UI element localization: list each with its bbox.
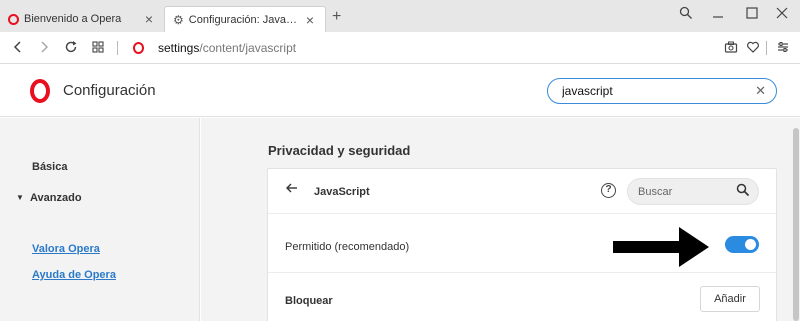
close-tab-icon[interactable]: × [303, 12, 317, 28]
block-label: Bloquear [285, 295, 333, 307]
toggle-knob [745, 239, 756, 250]
reload-icon[interactable] [64, 40, 78, 57]
card-title: JavaScript [314, 186, 370, 198]
page-title: Configuración [63, 82, 156, 99]
tab-label: Configuración: JavaScript [188, 13, 303, 26]
javascript-settings-card: JavaScript ? Permitido (recomendado) Blo… [267, 168, 777, 321]
row-divider [268, 272, 776, 273]
add-button[interactable]: Añadir [700, 286, 760, 312]
close-tab-icon[interactable]: × [142, 11, 156, 27]
back-arrow-icon[interactable] [285, 181, 299, 199]
sidebar: Básica ▼ Avanzado Valora Opera Ayuda de … [0, 118, 200, 321]
search-icon[interactable] [736, 183, 750, 200]
tab-search-icon[interactable] [679, 6, 693, 24]
url-field[interactable]: settings/content/javascript [158, 41, 296, 55]
speed-dial-icon[interactable] [91, 40, 105, 57]
section-title: Privacidad y seguridad [268, 143, 411, 158]
tab-strip: Bienvenido a Opera × ⚙ Configuración: Ja… [0, 0, 800, 32]
main-content: Privacidad y seguridad JavaScript ? Perm… [201, 118, 800, 321]
sidebar-item-basic[interactable]: Básica [32, 161, 67, 173]
close-window-icon[interactable] [775, 6, 789, 24]
tab-label: Bienvenido a Opera [24, 13, 122, 25]
clear-search-icon[interactable]: ✕ [755, 83, 766, 99]
scrollbar-thumb[interactable] [793, 128, 799, 321]
annotation-arrow-icon [613, 227, 709, 267]
forward-icon[interactable] [38, 40, 50, 57]
heart-icon[interactable] [746, 40, 760, 57]
allowed-toggle[interactable] [725, 236, 759, 253]
opera-logo-icon [30, 79, 50, 103]
card-search-input[interactable] [638, 185, 728, 199]
toolbar-divider [766, 41, 767, 55]
gear-icon: ⚙ [173, 12, 184, 27]
allowed-label: Permitido (recomendado) [285, 241, 410, 253]
tab-welcome[interactable]: Bienvenido a Opera × [0, 6, 164, 32]
minimize-icon[interactable] [711, 6, 725, 24]
card-search[interactable] [627, 178, 759, 205]
url-path: /content/javascript [199, 41, 297, 55]
easy-setup-icon[interactable] [776, 40, 790, 57]
new-tab-button[interactable]: + [332, 8, 341, 26]
settings-header: Configuración ✕ [0, 65, 800, 117]
row-divider [268, 213, 776, 214]
url-host: settings [158, 41, 200, 55]
opera-logo-icon [133, 42, 144, 54]
opera-help-link[interactable]: Ayuda de Opera [32, 269, 116, 281]
rate-opera-link[interactable]: Valora Opera [32, 243, 100, 255]
settings-search[interactable]: ✕ [547, 78, 777, 104]
scrollbar[interactable] [792, 118, 800, 321]
settings-search-input[interactable] [562, 83, 742, 99]
tab-settings-javascript[interactable]: ⚙ Configuración: JavaScript × [164, 6, 326, 32]
maximize-icon[interactable] [745, 6, 759, 24]
address-bar: settings/content/javascript [0, 32, 800, 64]
back-icon[interactable] [12, 40, 24, 57]
help-icon[interactable]: ? [601, 183, 616, 198]
caret-down-icon[interactable]: ▼ [16, 193, 24, 202]
camera-icon[interactable] [724, 40, 738, 57]
sidebar-item-advanced[interactable]: Avanzado [30, 192, 82, 204]
opera-logo-icon [8, 13, 19, 25]
toolbar-divider [117, 41, 118, 55]
